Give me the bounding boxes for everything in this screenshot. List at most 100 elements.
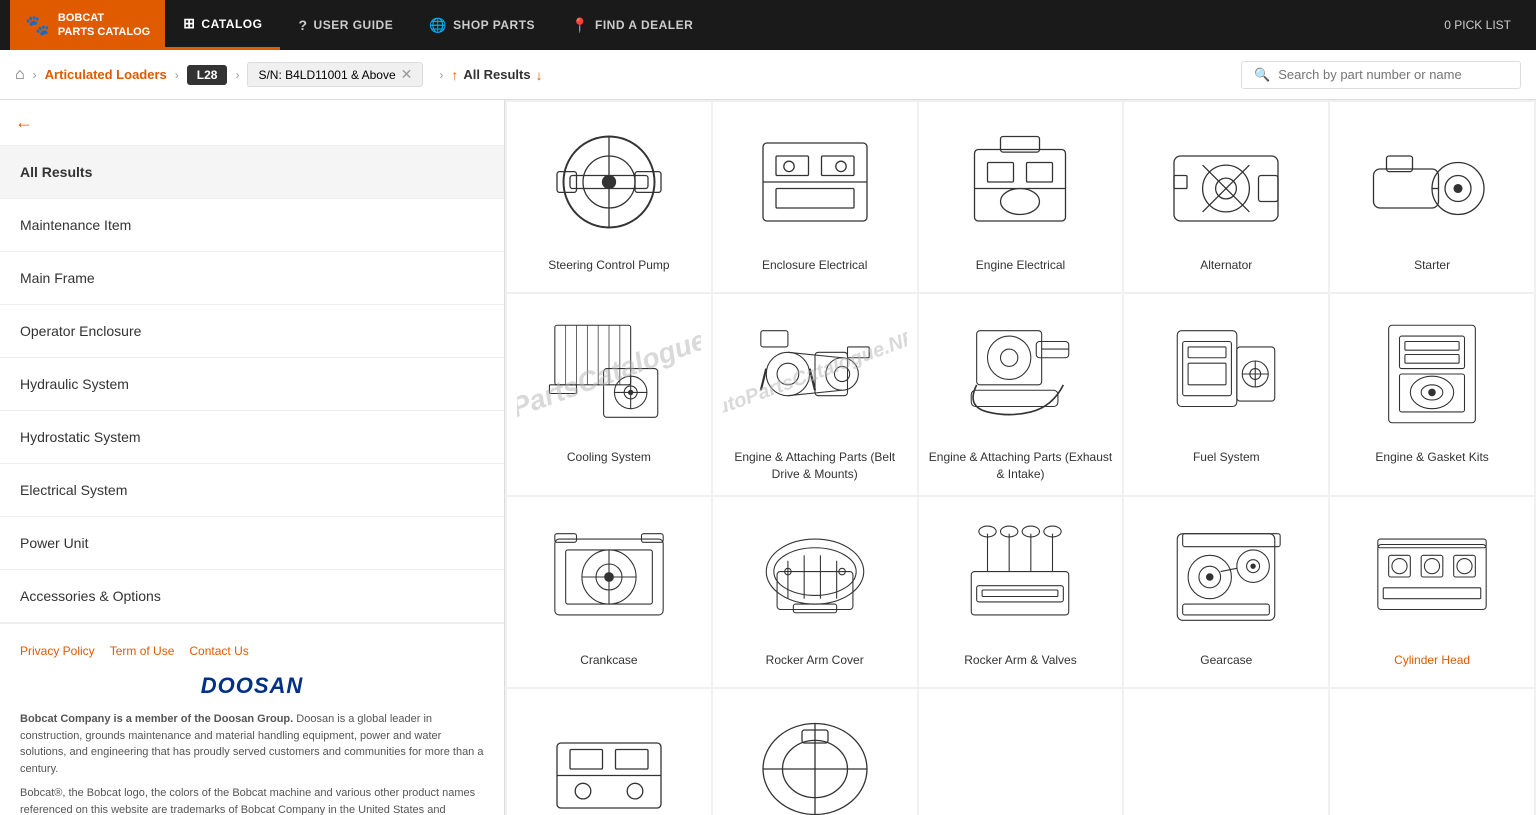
part-rocker-arm-cover[interactable]: Rocker Arm Cover: [713, 497, 917, 687]
serial-number-close[interactable]: ✕: [401, 66, 413, 83]
sidebar-item-hydraulic-system[interactable]: Hydraulic System: [0, 358, 504, 411]
part-name-rocker-arm-valves: Rocker Arm & Valves: [964, 652, 1076, 669]
back-arrow-icon: ←: [15, 112, 33, 133]
part-image-rocker-arm-cover: [723, 512, 907, 642]
part-image-rocker-arm-valves: [929, 512, 1113, 642]
part-starter[interactable]: Starter: [1330, 102, 1534, 292]
part-name-rocker-arm-cover: Rocker Arm Cover: [766, 652, 864, 669]
logo[interactable]: 🐾 Bobcat PARTS CATALOG: [10, 0, 165, 50]
part-image-fuel-system: [1134, 309, 1318, 439]
catalog-icon: ⊞: [183, 15, 195, 32]
sort-up-icon[interactable]: ↑: [451, 67, 458, 83]
part-name-cylinder-head: Cylinder Head: [1394, 652, 1470, 669]
part-crankcase[interactable]: Crankcase: [507, 497, 711, 687]
search-box[interactable]: 🔍: [1241, 61, 1521, 89]
part-image-crankcase: [517, 512, 701, 642]
sidebar-item-maintenance[interactable]: Maintenance Item: [0, 199, 504, 252]
part-image-cooling-system: AutoPartsCatalogue.NET: [517, 309, 701, 439]
part-name-enclosure-electrical: Enclosure Electrical: [762, 257, 867, 274]
part-image-starter: [1340, 117, 1524, 247]
part-engine-attaching-belt[interactable]: AutoPartsCatalogue.NET Engine & Attachin…: [713, 294, 917, 495]
sidebar-footer: Privacy Policy Term of Use Contact Us DO…: [0, 623, 504, 815]
sidebar-item-all-results[interactable]: All Results: [0, 146, 504, 199]
part-image-enclosure-electrical: [723, 117, 907, 247]
part-image-row4-5: [1340, 704, 1524, 815]
location-icon: 📍: [571, 17, 589, 34]
privacy-policy-link[interactable]: Privacy Policy: [20, 644, 95, 658]
part-alternator[interactable]: Alternator: [1124, 102, 1328, 292]
part-image-row4-2: [723, 704, 907, 815]
part-fuel-system[interactable]: Fuel System: [1124, 294, 1328, 495]
contact-us-link[interactable]: Contact Us: [189, 644, 248, 658]
part-rocker-arm-valves[interactable]: Rocker Arm & Valves: [919, 497, 1123, 687]
sidebar: ← All Results Maintenance Item Main Fram…: [0, 100, 505, 815]
part-image-row4-1: [517, 704, 701, 815]
sidebar-item-electrical-system[interactable]: Electrical System: [0, 464, 504, 517]
main-layout: ← All Results Maintenance Item Main Fram…: [0, 100, 1536, 815]
footer-trademark: Bobcat®, the Bobcat logo, the colors of …: [20, 785, 484, 815]
sidebar-item-accessories-options[interactable]: Accessories & Options: [0, 570, 504, 623]
top-navigation: 🐾 Bobcat PARTS CATALOG ⊞ CATALOG ? USER …: [0, 0, 1536, 50]
part-engine-attaching-exhaust[interactable]: Engine & Attaching Parts (Exhaust & Inta…: [919, 294, 1123, 495]
search-input[interactable]: [1278, 67, 1508, 82]
part-engine-gasket-kits[interactable]: Engine & Gasket Kits: [1330, 294, 1534, 495]
part-name-engine-attaching-exhaust: Engine & Attaching Parts (Exhaust & Inta…: [929, 449, 1113, 483]
part-row4-5[interactable]: [1330, 689, 1534, 815]
help-icon: ?: [298, 17, 307, 33]
part-cooling-system[interactable]: AutoPartsCatalogue.NET Cooling System: [507, 294, 711, 495]
part-name-fuel-system: Fuel System: [1193, 449, 1260, 466]
part-name-crankcase: Crankcase: [580, 652, 637, 669]
part-image-engine-attaching-exhaust: [929, 309, 1113, 439]
sidebar-item-power-unit[interactable]: Power Unit: [0, 517, 504, 570]
part-engine-electrical[interactable]: Engine Electrical: [919, 102, 1123, 292]
part-row4-1[interactable]: [507, 689, 711, 815]
grid-inner: Steering Control Pump Enclosure Electric…: [505, 100, 1536, 815]
nav-items: ⊞ CATALOG ? USER GUIDE 🌐 SHOP PARTS 📍 FI…: [165, 0, 1444, 50]
part-image-engine-electrical: [929, 117, 1113, 247]
home-icon[interactable]: ⌂: [15, 66, 25, 84]
logo-text: Bobcat PARTS CATALOG: [58, 11, 150, 40]
part-image-gearcase: [1134, 512, 1318, 642]
breadcrumb-model[interactable]: L28: [187, 65, 228, 85]
term-of-use-link[interactable]: Term of Use: [110, 644, 175, 658]
part-image-engine-gasket-kits: [1340, 309, 1524, 439]
part-name-alternator: Alternator: [1200, 257, 1252, 274]
part-row4-4[interactable]: [1124, 689, 1328, 815]
part-image-steering-control-pump: [517, 117, 701, 247]
footer-description: Bobcat Company is a member of the Doosan…: [20, 711, 484, 777]
part-image-row4-3: [929, 704, 1113, 815]
nav-find-dealer[interactable]: 📍 FIND A DEALER: [553, 0, 711, 50]
search-icon: 🔍: [1254, 67, 1270, 83]
part-name-cooling-system: Cooling System: [567, 449, 651, 466]
sidebar-item-main-frame[interactable]: Main Frame: [0, 252, 504, 305]
part-image-cylinder-head: [1340, 512, 1524, 642]
sidebar-back-button[interactable]: ←: [0, 100, 504, 146]
part-name-engine-electrical: Engine Electrical: [976, 257, 1065, 274]
part-name-starter: Starter: [1414, 257, 1450, 274]
nav-user-guide[interactable]: ? USER GUIDE: [280, 0, 411, 50]
part-enclosure-electrical[interactable]: Enclosure Electrical: [713, 102, 917, 292]
serial-number-badge: S/N: B4LD11001 & Above ✕: [247, 62, 423, 87]
breadcrumb-bar: ⌂ › Articulated Loaders › L28 › S/N: B4L…: [0, 50, 1536, 100]
part-name-engine-attaching-belt: Engine & Attaching Parts (Belt Drive & M…: [723, 449, 907, 483]
bobcat-icon: 🐾: [25, 13, 50, 38]
nav-catalog[interactable]: ⊞ CATALOG: [165, 0, 280, 50]
sidebar-item-hydrostatic-system[interactable]: Hydrostatic System: [0, 411, 504, 464]
breadcrumb-articulated-loaders[interactable]: Articulated Loaders: [45, 67, 167, 82]
part-gearcase[interactable]: Gearcase: [1124, 497, 1328, 687]
globe-icon: 🌐: [429, 17, 447, 34]
footer-links: Privacy Policy Term of Use Contact Us: [20, 644, 484, 658]
part-row4-3[interactable]: [919, 689, 1123, 815]
sort-down-icon[interactable]: ↓: [536, 67, 543, 83]
sidebar-item-operator-enclosure[interactable]: Operator Enclosure: [0, 305, 504, 358]
part-name-engine-gasket-kits: Engine & Gasket Kits: [1375, 449, 1488, 466]
doosan-logo: DOOSAN: [20, 673, 484, 699]
part-row4-2[interactable]: [713, 689, 917, 815]
part-image-alternator: [1134, 117, 1318, 247]
nav-shop-parts[interactable]: 🌐 SHOP PARTS: [411, 0, 553, 50]
part-name-steering-control-pump: Steering Control Pump: [548, 257, 669, 274]
part-cylinder-head[interactable]: Cylinder Head: [1330, 497, 1534, 687]
pick-list[interactable]: 0 PICK LIST: [1444, 18, 1526, 32]
part-steering-control-pump[interactable]: Steering Control Pump: [507, 102, 711, 292]
part-image-row4-4: [1134, 704, 1318, 815]
